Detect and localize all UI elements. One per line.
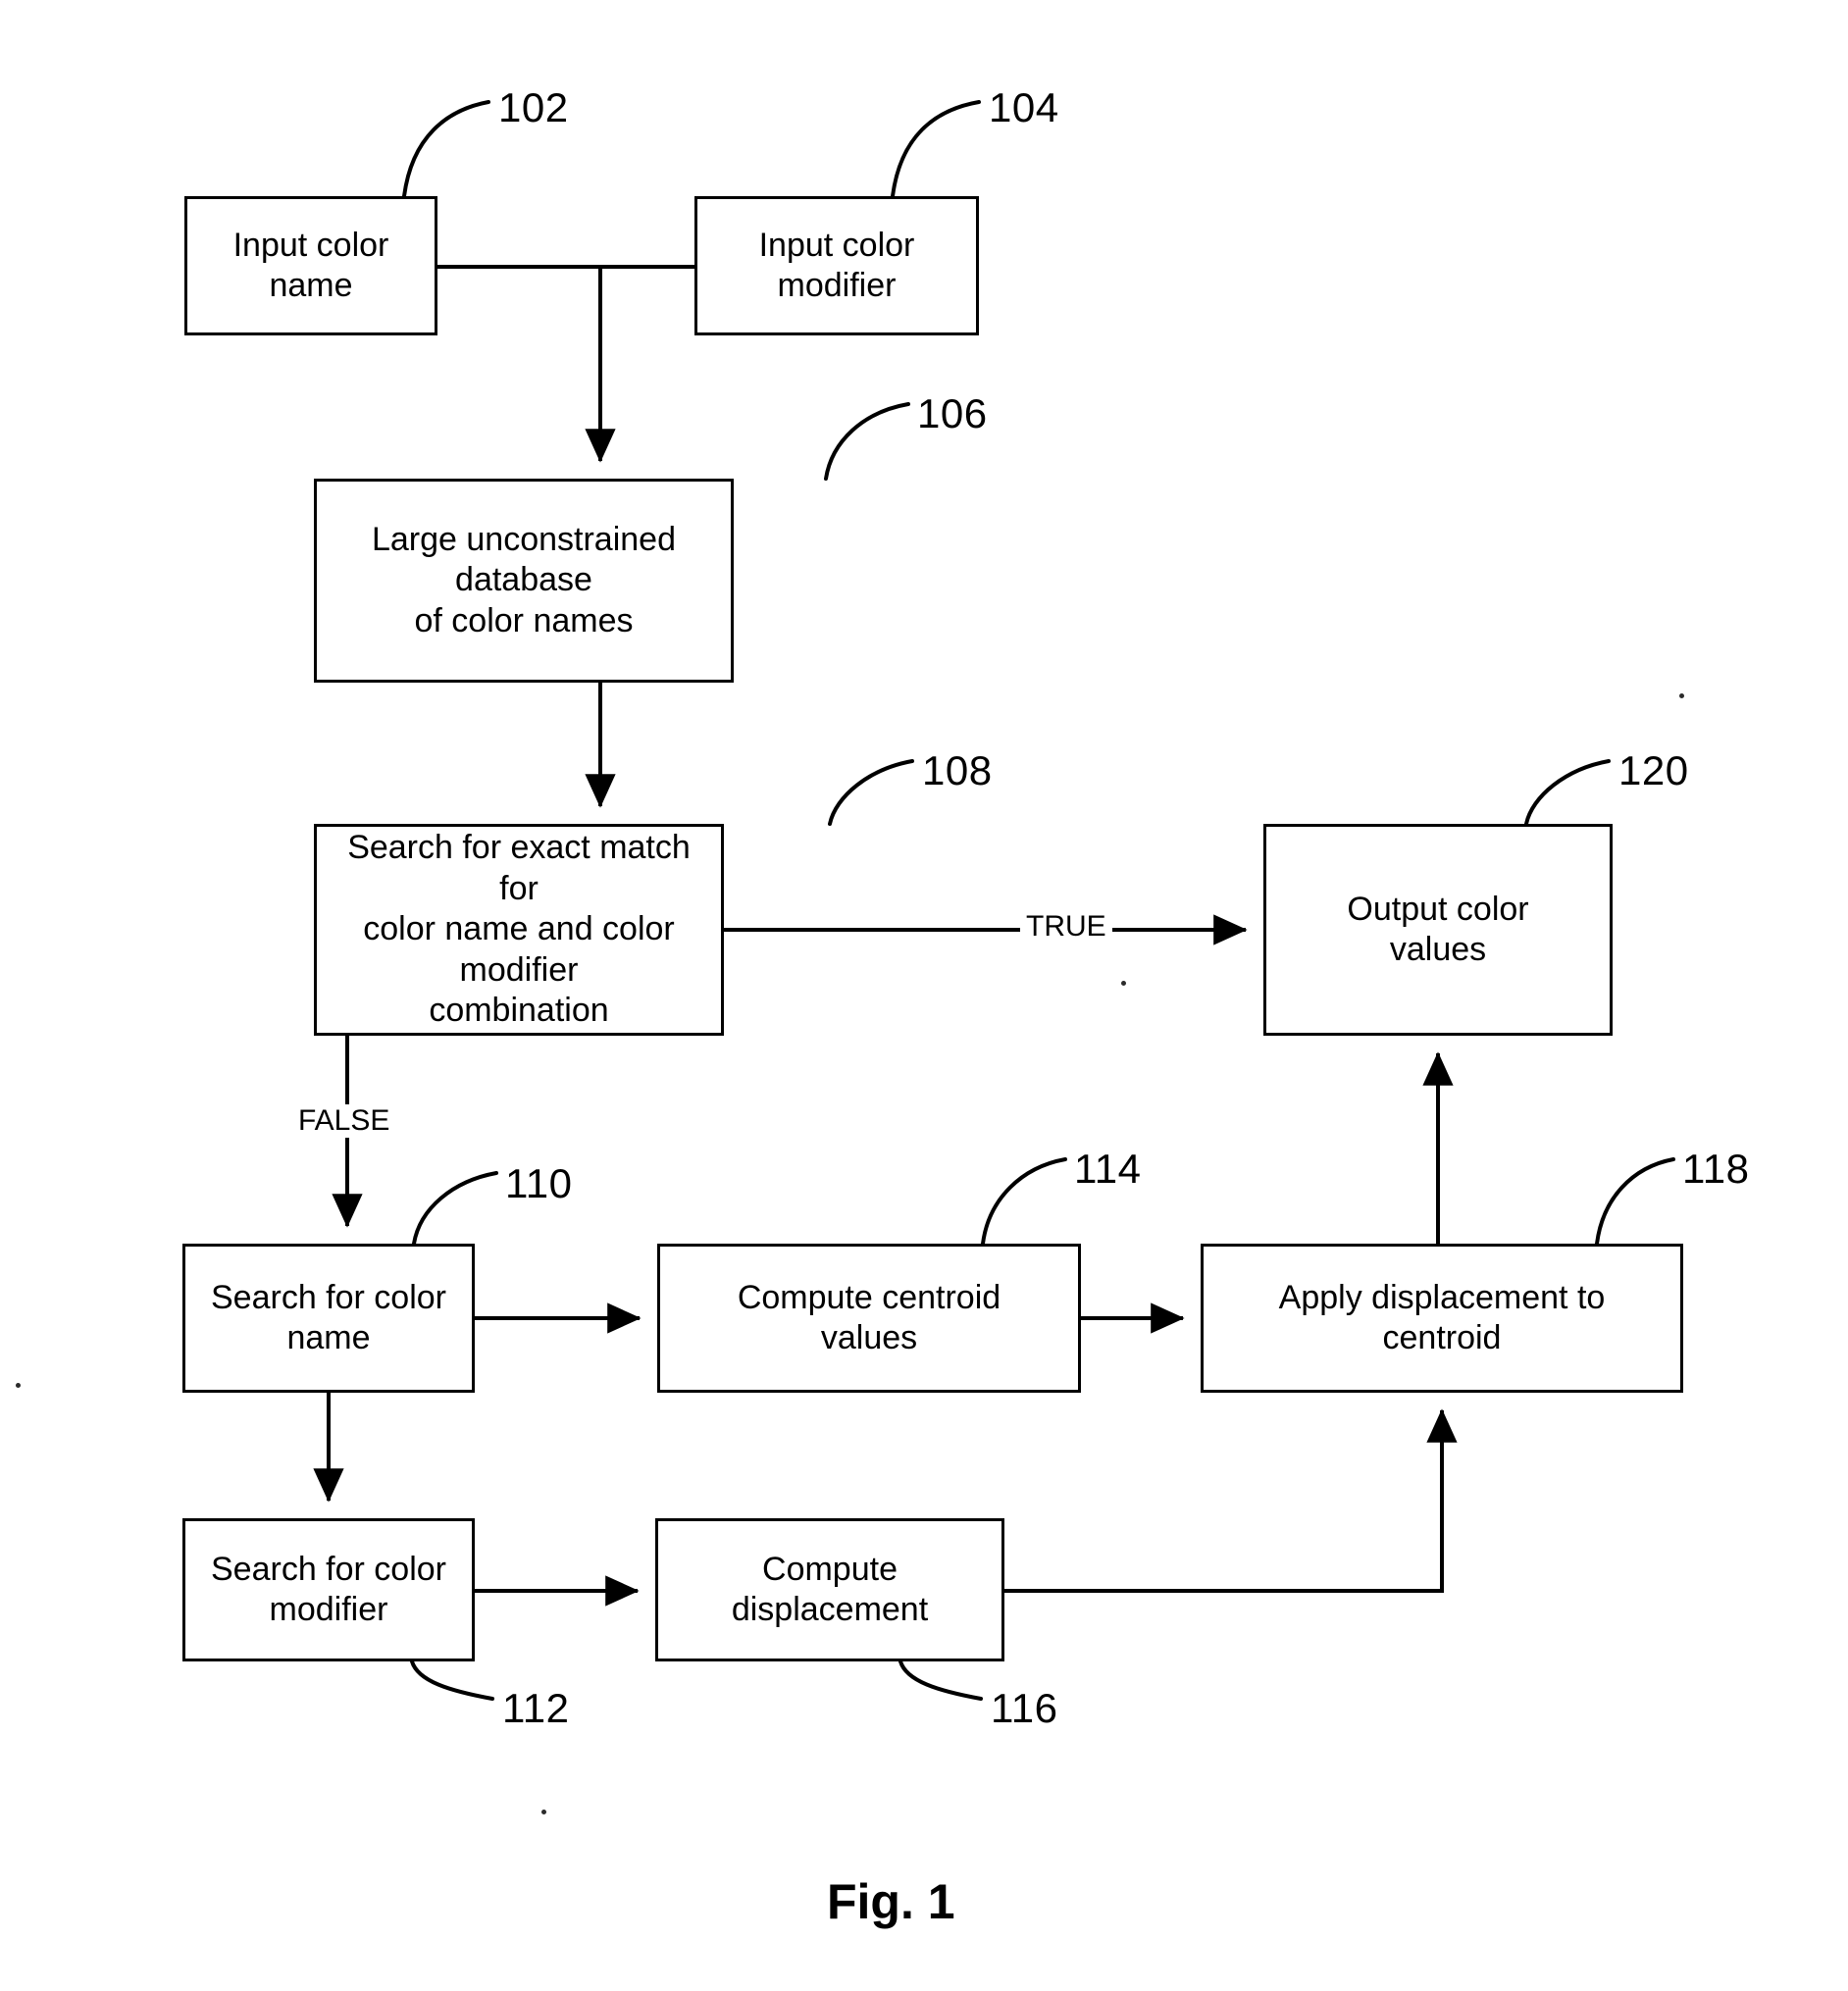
ref-number-112: 112 (502, 1685, 570, 1731)
ref-number-118: 118 (1682, 1146, 1750, 1192)
leader-106 (824, 402, 910, 481)
leader-120 (1524, 759, 1611, 826)
node-label: Search for color modifier (211, 1550, 446, 1628)
node-label: Apply displacement to centroid (1278, 1278, 1606, 1356)
node-output-color-values[interactable]: Output color values (1263, 824, 1613, 1036)
node-search-for-color-modifier[interactable]: Search for color modifier (182, 1518, 475, 1661)
node-compute-centroid-values[interactable]: Compute centroid values (657, 1244, 1081, 1393)
node-label: Search for exact match for color name an… (347, 829, 691, 1030)
ref-number-106: 106 (917, 390, 988, 436)
leader-112 (410, 1659, 494, 1701)
node-search-exact-match[interactable]: Search for exact match for color name an… (314, 824, 724, 1036)
node-compute-displacement[interactable]: Compute displacement (655, 1518, 1004, 1661)
scan-speck (16, 1383, 21, 1388)
edge-label-true: TRUE (1020, 910, 1112, 944)
node-label: Search for color name (211, 1278, 446, 1356)
ref-number-108: 108 (922, 747, 993, 793)
node-search-for-color-name[interactable]: Search for color name (182, 1244, 475, 1393)
scan-speck (1679, 693, 1684, 698)
ref-number-114: 114 (1074, 1146, 1142, 1192)
node-input-color-modifier[interactable]: Input color modifier (694, 196, 979, 335)
scan-speck (541, 1810, 546, 1814)
edge-label-false: FALSE (292, 1104, 396, 1138)
leader-110 (412, 1171, 498, 1246)
node-label: Compute displacement (731, 1550, 929, 1628)
node-input-color-name[interactable]: Input color name (184, 196, 437, 335)
edge-116-to-118 (1004, 1408, 1458, 1593)
leader-118 (1595, 1157, 1675, 1246)
ref-number-120: 120 (1618, 747, 1689, 793)
figure-page: Input color name Input color modifier La… (0, 0, 1848, 1991)
ref-number-116: 116 (991, 1685, 1058, 1731)
leader-108 (828, 759, 914, 826)
node-label: Input color modifier (758, 226, 915, 304)
leader-104 (891, 100, 981, 198)
node-label: Large unconstrained database of color na… (371, 520, 676, 639)
leader-116 (898, 1659, 983, 1701)
node-label: Output color values (1347, 890, 1529, 968)
scan-speck (1121, 981, 1126, 986)
ref-number-110: 110 (505, 1160, 573, 1206)
ref-number-102: 102 (498, 84, 569, 130)
node-color-name-database[interactable]: Large unconstrained database of color na… (314, 479, 734, 683)
node-label: Compute centroid values (737, 1278, 1001, 1356)
leader-102 (402, 100, 490, 198)
leader-114 (981, 1157, 1067, 1246)
node-apply-displacement-to-centroid[interactable]: Apply displacement to centroid (1201, 1244, 1683, 1393)
ref-number-104: 104 (989, 84, 1059, 130)
figure-caption: Fig. 1 (827, 1874, 955, 1929)
node-label: Input color name (232, 226, 389, 304)
